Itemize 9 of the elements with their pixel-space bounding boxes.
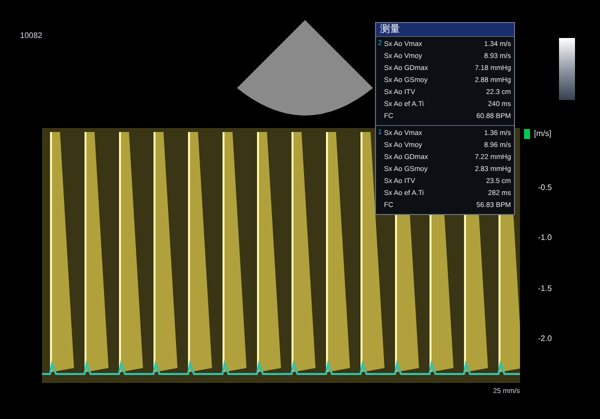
scale-tick-label: -2.0 [538, 332, 553, 345]
grayscale-bar [559, 38, 575, 100]
baseline-marker-icon [524, 129, 530, 139]
screen-label: 10082 [20, 31, 42, 40]
scale-tick-label: -1.0 [538, 232, 553, 244]
panel-header: 测量 [376, 23, 514, 36]
scale-tick-label: -1.5 [538, 282, 553, 294]
scale-unit: [m/s] [534, 128, 552, 140]
scale-tick-label: -0.5 [538, 182, 553, 194]
